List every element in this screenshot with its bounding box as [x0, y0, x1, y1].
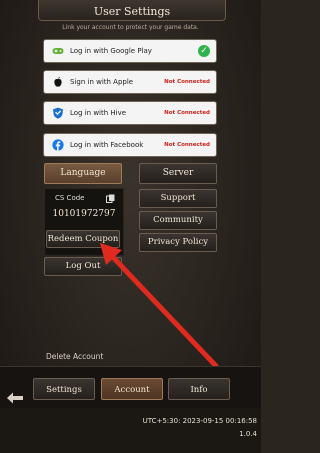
login-google-play-button[interactable]: Log in with Google Play ✓	[44, 40, 216, 62]
tab-info-label: Info	[190, 385, 208, 395]
login-hive-button[interactable]: Log in with Hive Not Connected	[44, 102, 216, 124]
apple-icon	[54, 76, 62, 87]
facebook-icon	[52, 139, 64, 151]
cs-code-value: 10101972797	[52, 209, 116, 219]
community-button[interactable]: Community	[139, 211, 217, 230]
page-subtitle: Link your account to protect your game d…	[62, 24, 199, 31]
tab-account-label: Account	[114, 385, 150, 395]
login-facebook-button[interactable]: Log in with Facebook Not Connected	[44, 134, 216, 156]
hive-shield-icon	[53, 107, 63, 119]
server-button-label: Server	[162, 168, 194, 178]
community-button-label: Community	[153, 215, 203, 225]
status-badge: Not Connected	[164, 142, 210, 148]
header-panel: User Settings	[38, 0, 226, 21]
log-out-button[interactable]: Log Out	[44, 257, 122, 276]
login-label: Sign in with Apple	[70, 78, 134, 86]
status-badge: Not Connected	[164, 110, 210, 116]
server-button[interactable]: Server	[139, 163, 217, 184]
timestamp: UTC+5:30: 2023-09-15 00:16:58	[142, 417, 257, 425]
tab-account[interactable]: Account	[101, 378, 163, 400]
privacy-policy-button[interactable]: Privacy Policy	[139, 233, 217, 252]
back-arrow-icon[interactable]	[6, 391, 24, 405]
settings-screen: User Settings Link your account to prote…	[0, 0, 261, 453]
language-button-label: Language	[60, 168, 106, 178]
support-button[interactable]: Support	[139, 189, 217, 208]
support-button-label: Support	[160, 193, 196, 203]
privacy-policy-button-label: Privacy Policy	[147, 237, 209, 247]
redeem-coupon-button[interactable]: Redeem Coupon	[46, 230, 120, 248]
login-label: Log in with Facebook	[70, 141, 144, 149]
log-out-button-label: Log Out	[65, 261, 101, 271]
login-label: Log in with Hive	[70, 109, 127, 117]
version-label: 1.0.4	[239, 430, 257, 438]
login-label: Log in with Google Play	[70, 47, 152, 55]
status-badge: Not Connected	[164, 79, 210, 85]
language-button[interactable]: Language	[44, 163, 122, 184]
login-apple-button[interactable]: Sign in with Apple Not Connected	[44, 71, 216, 93]
tab-info[interactable]: Info	[168, 378, 230, 400]
cs-code-label: CS Code	[55, 194, 85, 202]
connected-check-icon: ✓	[198, 45, 210, 57]
delete-account-link[interactable]: Delete Account	[46, 352, 103, 361]
page-title: User Settings	[93, 5, 171, 18]
tab-settings-label: Settings	[46, 385, 82, 395]
tab-settings[interactable]: Settings	[33, 378, 95, 400]
copy-icon[interactable]	[106, 194, 115, 203]
gamepad-icon	[52, 48, 64, 54]
footer-bar	[0, 408, 261, 453]
redeem-coupon-label: Redeem Coupon	[47, 234, 119, 244]
